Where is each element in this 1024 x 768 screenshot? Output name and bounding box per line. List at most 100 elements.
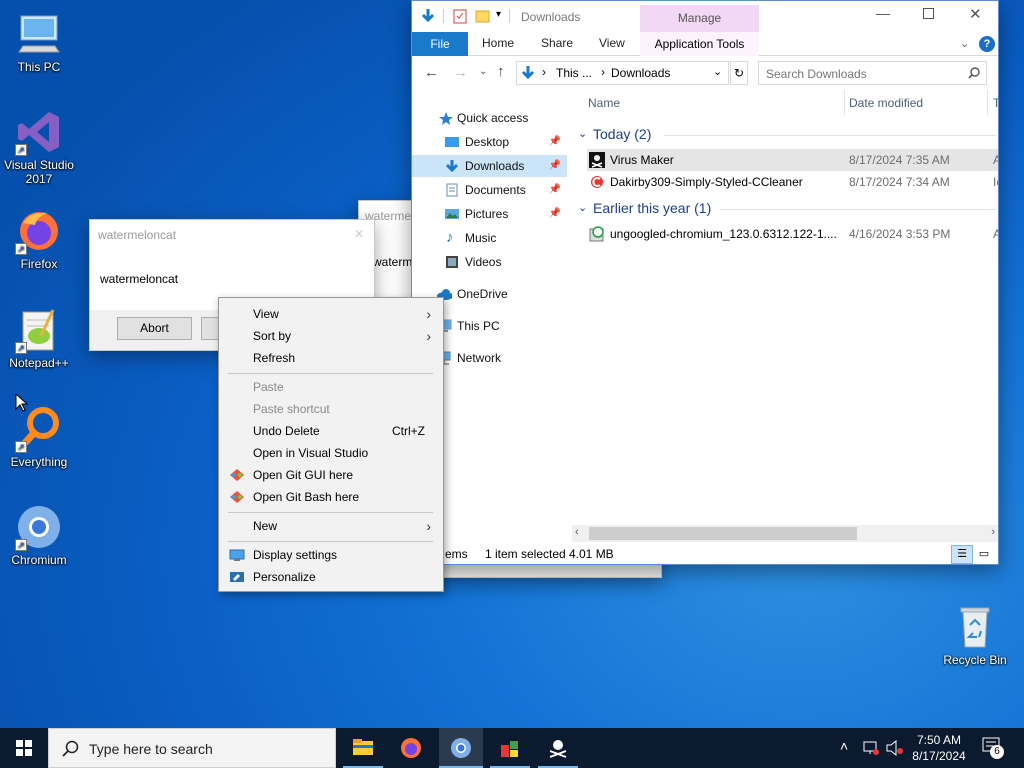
scroll-right-arrow-icon[interactable]: › (991, 526, 995, 538)
search-input[interactable]: Search Downloads (766, 67, 867, 81)
tab-home[interactable]: Home (482, 36, 514, 50)
search-icon (62, 740, 79, 757)
shortcut-arrow-icon: ↗ (15, 441, 27, 453)
file-explorer-window[interactable]: ▾ Downloads Manage — ✕ File Home Share V… (411, 0, 999, 565)
menu-item-open-git-bash[interactable]: Open Git Bash here (219, 486, 443, 508)
menu-item-paste[interactable]: Paste (219, 376, 443, 398)
show-hidden-icons-button[interactable]: ˄ (840, 738, 848, 754)
file-row[interactable]: Dakirby309-Simply-Styled-CCleaner 8/17/2… (587, 171, 998, 193)
address-dropdown-icon[interactable]: ⌄ (713, 65, 722, 78)
nav-music[interactable]: ♪ Music (412, 227, 567, 249)
pin-icon: 📌 (548, 208, 561, 219)
close-icon[interactable]: ✕ (354, 227, 364, 241)
nav-label: Videos (465, 255, 502, 269)
taskbar-app-file-explorer[interactable] (343, 728, 383, 768)
menu-item-undo-delete[interactable]: Undo Delete Ctrl+Z (219, 420, 443, 442)
qat-divider (509, 9, 510, 23)
group-header-earlier-this-year[interactable]: Earlier this year (1) (593, 200, 711, 216)
forward-button[interactable]: → (453, 64, 468, 81)
menu-separator (228, 373, 433, 374)
file-row[interactable]: ungoogled-chromium_123.0.6312.122-1.... … (587, 223, 998, 245)
menu-label: Undo Delete (253, 424, 320, 438)
ccleaner-icon (591, 176, 603, 188)
scroll-thumb[interactable] (589, 527, 857, 540)
breadcrumb-this-pc[interactable]: This ... (556, 66, 592, 80)
manage-context-tab[interactable]: Manage (640, 5, 759, 32)
column-header-name[interactable]: Name (588, 96, 620, 110)
nav-quick-access[interactable]: Quick access (412, 107, 567, 129)
videos-icon (446, 256, 458, 268)
notification-count-badge: 6 (990, 745, 1004, 759)
file-row[interactable]: Virus Maker 8/17/2024 7:35 AM A (587, 149, 998, 171)
nav-documents[interactable]: Documents 📌 (412, 179, 567, 201)
desktop-icon-chromium[interactable]: ↗ Chromium (1, 503, 77, 567)
scroll-left-arrow-icon[interactable]: ‹ (575, 526, 579, 538)
search-box[interactable]: Search Downloads (758, 61, 987, 85)
desktop-icon-visual-studio[interactable]: ↗ Visual Studio 2017 (1, 108, 77, 186)
nav-pictures[interactable]: Pictures 📌 (412, 203, 567, 225)
nav-downloads[interactable]: Downloads 📌 (412, 155, 567, 177)
back-button[interactable]: ← (424, 64, 439, 81)
group-expand-icon[interactable]: ⌄ (578, 127, 587, 140)
up-button[interactable]: ↑ (497, 63, 505, 80)
menu-item-refresh[interactable]: Refresh (219, 347, 443, 369)
desktop-icon-notepadpp[interactable]: ↗ Notepad++ (1, 306, 77, 370)
properties-icon[interactable] (453, 9, 467, 24)
new-folder-icon[interactable] (475, 9, 491, 23)
column-divider (844, 90, 845, 116)
details-view-button[interactable]: ☰ (951, 545, 973, 564)
menu-item-view[interactable]: View › (219, 303, 443, 325)
network-status-icon[interactable] (862, 740, 880, 756)
column-divider (987, 90, 988, 116)
menu-item-paste-shortcut[interactable]: Paste shortcut (219, 398, 443, 420)
large-icons-view-button[interactable]: ▭ (975, 546, 993, 562)
column-header-type[interactable]: T (993, 96, 998, 110)
qat-dropdown-icon[interactable]: ▾ (496, 9, 501, 20)
close-button[interactable]: ✕ (969, 5, 982, 23)
group-expand-icon[interactable]: ⌄ (578, 201, 587, 214)
menu-item-sort-by[interactable]: Sort by › (219, 325, 443, 347)
taskbar-app-chromium[interactable] (439, 728, 483, 768)
tab-view[interactable]: View (599, 36, 625, 50)
taskbar-app-colorful[interactable] (490, 728, 530, 768)
volume-muted-icon[interactable] (886, 740, 904, 756)
desktop-icon-everything[interactable]: ↗ Everything (1, 405, 77, 469)
column-header-date-modified[interactable]: Date modified (849, 96, 923, 110)
menu-item-open-in-visual-studio[interactable]: Open in Visual Studio (219, 442, 443, 464)
desktop-icon-this-pc[interactable]: This PC (1, 10, 77, 74)
group-header-today[interactable]: Today (2) (593, 126, 651, 142)
start-button[interactable] (0, 728, 48, 768)
desktop-icon-recycle-bin[interactable]: Recycle Bin (937, 603, 1013, 667)
tab-share[interactable]: Share (541, 36, 573, 50)
address-box[interactable]: › This ... › Downloads ⌄ (516, 61, 729, 85)
desktop-icon-label: This PC (17, 60, 61, 74)
taskbar-app-firefox[interactable] (391, 728, 431, 768)
abort-button[interactable]: Abort (117, 317, 192, 340)
taskbar-clock[interactable]: 7:50 AM 8/17/2024 (908, 732, 970, 764)
menu-item-open-git-gui[interactable]: Open Git GUI here (219, 464, 443, 486)
group-divider (720, 209, 996, 210)
desktop-icon-firefox[interactable]: ↗ Firefox (1, 207, 77, 271)
horizontal-scrollbar[interactable]: ‹ › (572, 525, 998, 542)
menu-item-display-settings[interactable]: Display settings (219, 544, 443, 566)
minimize-button[interactable]: — (876, 5, 896, 21)
status-size: 4.01 MB (569, 547, 614, 561)
taskbar-app-virus-maker[interactable] (538, 728, 578, 768)
taskbar-search-box[interactable]: Type here to search (48, 728, 336, 768)
nav-desktop[interactable]: Desktop 📌 (412, 131, 567, 153)
window-title: Downloads (521, 10, 581, 24)
refresh-button[interactable]: ↻ (730, 61, 748, 85)
nav-videos[interactable]: Videos (412, 251, 567, 273)
action-center-button[interactable]: 6 (982, 737, 1006, 759)
menu-item-new[interactable]: New › (219, 515, 443, 537)
pirate-flag-icon (589, 152, 605, 168)
menu-item-personalize[interactable]: Personalize (219, 566, 443, 588)
tab-application-tools[interactable]: Application Tools (640, 32, 759, 56)
maximize-button[interactable] (923, 8, 934, 19)
tab-file[interactable]: File (412, 32, 468, 56)
help-icon[interactable]: ? (979, 36, 995, 52)
recent-locations-icon[interactable]: ⌄ (479, 66, 487, 77)
breadcrumb-downloads[interactable]: Downloads (611, 66, 670, 80)
ribbon-expand-icon[interactable]: ⌄ (960, 37, 969, 50)
breadcrumb-separator: › (601, 65, 605, 79)
